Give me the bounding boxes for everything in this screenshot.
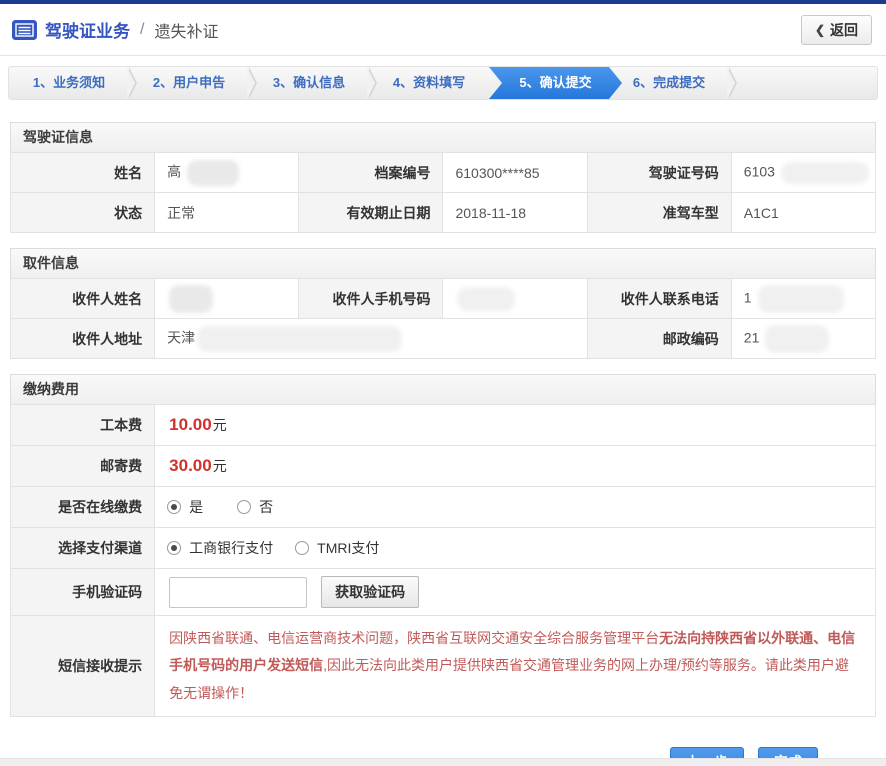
postal-code-value: 21 <box>731 319 875 359</box>
radio-option-no[interactable]: 否 <box>237 497 273 517</box>
step-tab-4[interactable]: 4、资料填写 <box>369 67 489 99</box>
sms-notice-text: 因陕西省联通、电信运营商技术问题，陕西省互联网交通安全综合服务管理平台无法向持陕… <box>169 625 861 707</box>
recipient-name-label: 收件人姓名 <box>11 279 155 319</box>
step-tab-6[interactable]: 6、完成提交 <box>609 67 729 99</box>
status-label: 状态 <box>11 193 155 233</box>
vehicle-class-label: 准驾车型 <box>587 193 731 233</box>
redacted-blur <box>169 285 213 313</box>
table-row: 工本费 10.00元 <box>11 405 876 446</box>
table-row: 选择支付渠道 工商银行支付 TMRI支付 <box>11 528 876 569</box>
postage-fee-amount: 30.00 <box>169 456 212 475</box>
table-row: 手机验证码 获取验证码 <box>11 569 876 616</box>
vehicle-class-value: A1C1 <box>731 193 875 233</box>
redacted-blur <box>187 160 239 186</box>
name-label: 姓名 <box>11 153 155 193</box>
expiry-date-label: 有效期止日期 <box>299 193 443 233</box>
table-row: 状态 正常 有效期止日期 2018-11-18 准驾车型 A1C1 <box>11 193 876 233</box>
section-title-pickup: 取件信息 <box>10 248 876 278</box>
section-license-info: 驾驶证信息 姓名 高 档案编号 610300****85 驾驶证号码 6103 … <box>10 122 876 233</box>
radio-option-icbc[interactable]: 工商银行支付 <box>167 538 273 558</box>
postal-code-label: 邮政编码 <box>587 319 731 359</box>
redacted-blur <box>197 326 402 352</box>
recipient-mobile-label: 收件人手机号码 <box>299 279 443 319</box>
radio-unselected-icon[interactable] <box>295 541 309 555</box>
license-number-label: 驾驶证号码 <box>587 153 731 193</box>
breadcrumb: 驾驶证业务 / 遗失补证 <box>12 17 218 42</box>
sms-code-input[interactable] <box>169 577 307 608</box>
footer-strip <box>0 758 886 766</box>
table-row: 姓名 高 档案编号 610300****85 驾驶证号码 6103 <box>11 153 876 193</box>
cost-fee-label: 工本费 <box>11 405 155 446</box>
radio-selected-icon[interactable] <box>167 500 181 514</box>
redacted-blur <box>781 162 869 184</box>
page-title: 驾驶证业务 <box>45 17 130 42</box>
recipient-mobile-value <box>443 279 587 319</box>
section-fees: 缴纳费用 工本费 10.00元 邮寄费 30.00元 是否在线缴费 <box>10 374 876 717</box>
payment-channel-label: 选择支付渠道 <box>11 528 155 569</box>
redacted-blur <box>457 287 515 311</box>
step-tab-1[interactable]: 1、业务须知 <box>9 67 129 99</box>
breadcrumb-divider: / <box>140 21 144 39</box>
main-content: 驾驶证信息 姓名 高 档案编号 610300****85 驾驶证号码 6103 … <box>0 122 886 766</box>
sms-code-label: 手机验证码 <box>11 569 155 616</box>
payment-channel-options: 工商银行支付 TMRI支付 <box>155 528 876 569</box>
recipient-name-value <box>155 279 299 319</box>
license-number-value: 6103 <box>731 153 875 193</box>
section-title-fees: 缴纳费用 <box>10 374 876 404</box>
back-button-label: 返回 <box>830 20 858 40</box>
postage-fee-value: 30.00元 <box>155 446 876 487</box>
radio-option-tmri[interactable]: TMRI支付 <box>295 538 379 558</box>
radio-option-yes[interactable]: 是 <box>167 497 203 517</box>
expiry-date-value: 2018-11-18 <box>443 193 587 233</box>
recipient-phone-value: 1 <box>731 279 875 319</box>
section-pickup-info: 取件信息 收件人姓名 收件人手机号码 收件人联系电话 1 <box>10 248 876 359</box>
sms-notice-label: 短信接收提示 <box>11 616 155 717</box>
table-row: 收件人姓名 收件人手机号码 收件人联系电话 1 <box>11 279 876 319</box>
redacted-blur <box>758 285 844 313</box>
file-number-value: 610300****85 <box>443 153 587 193</box>
page-subtitle: 遗失补证 <box>154 18 218 42</box>
sms-notice-cell: 因陕西省联通、电信运营商技术问题，陕西省互联网交通安全综合服务管理平台无法向持陕… <box>155 616 876 717</box>
step-tab-3[interactable]: 3、确认信息 <box>249 67 369 99</box>
get-sms-code-button[interactable]: 获取验证码 <box>321 576 419 608</box>
recipient-phone-label: 收件人联系电话 <box>587 279 731 319</box>
section-title-license: 驾驶证信息 <box>10 122 876 152</box>
recipient-address-value: 天津 <box>155 319 587 359</box>
radio-label: 是 <box>189 497 203 517</box>
radio-unselected-icon[interactable] <box>237 500 251 514</box>
header: 驾驶证业务 / 遗失补证 ❮ 返回 <box>0 4 886 56</box>
cost-fee-unit: 元 <box>213 417 227 433</box>
postage-fee-label: 邮寄费 <box>11 446 155 487</box>
cost-fee-amount: 10.00 <box>169 415 212 434</box>
name-value: 高 <box>155 153 299 193</box>
online-payment-label: 是否在线缴费 <box>11 487 155 528</box>
table-row: 邮寄费 30.00元 <box>11 446 876 487</box>
table-row: 短信接收提示 因陕西省联通、电信运营商技术问题，陕西省互联网交通安全综合服务管理… <box>11 616 876 717</box>
online-payment-options: 是 否 <box>155 487 876 528</box>
cost-fee-value: 10.00元 <box>155 405 876 446</box>
radio-selected-icon[interactable] <box>167 541 181 555</box>
license-info-table: 姓名 高 档案编号 610300****85 驾驶证号码 6103 状态 正常 … <box>10 152 876 233</box>
redacted-blur <box>765 325 829 353</box>
fees-table: 工本费 10.00元 邮寄费 30.00元 是否在线缴费 <box>10 404 876 717</box>
step-tab-2[interactable]: 2、用户申告 <box>129 67 249 99</box>
form-list-icon <box>12 20 37 40</box>
pickup-info-table: 收件人姓名 收件人手机号码 收件人联系电话 1 收件人地址 <box>10 278 876 359</box>
table-row: 是否在线缴费 是 否 <box>11 487 876 528</box>
page: 驾驶证业务 / 遗失补证 ❮ 返回 1、业务须知 2、用户申告 3、确认信息 4… <box>0 0 886 766</box>
sms-code-cell: 获取验证码 <box>155 569 876 616</box>
postage-fee-unit: 元 <box>213 458 227 474</box>
back-chevron-icon: ❮ <box>815 23 825 37</box>
radio-label: 否 <box>259 497 273 517</box>
step-tab-5-active[interactable]: 5、确认提交 <box>489 67 622 99</box>
status-value: 正常 <box>155 193 299 233</box>
radio-label: TMRI支付 <box>317 538 379 558</box>
table-row: 收件人地址 天津 邮政编码 21 <box>11 319 876 359</box>
radio-label: 工商银行支付 <box>189 538 273 558</box>
step-progress-bar: 1、业务须知 2、用户申告 3、确认信息 4、资料填写 5、确认提交 6、完成提… <box>8 66 878 100</box>
back-button[interactable]: ❮ 返回 <box>801 15 872 45</box>
file-number-label: 档案编号 <box>299 153 443 193</box>
recipient-address-label: 收件人地址 <box>11 319 155 359</box>
